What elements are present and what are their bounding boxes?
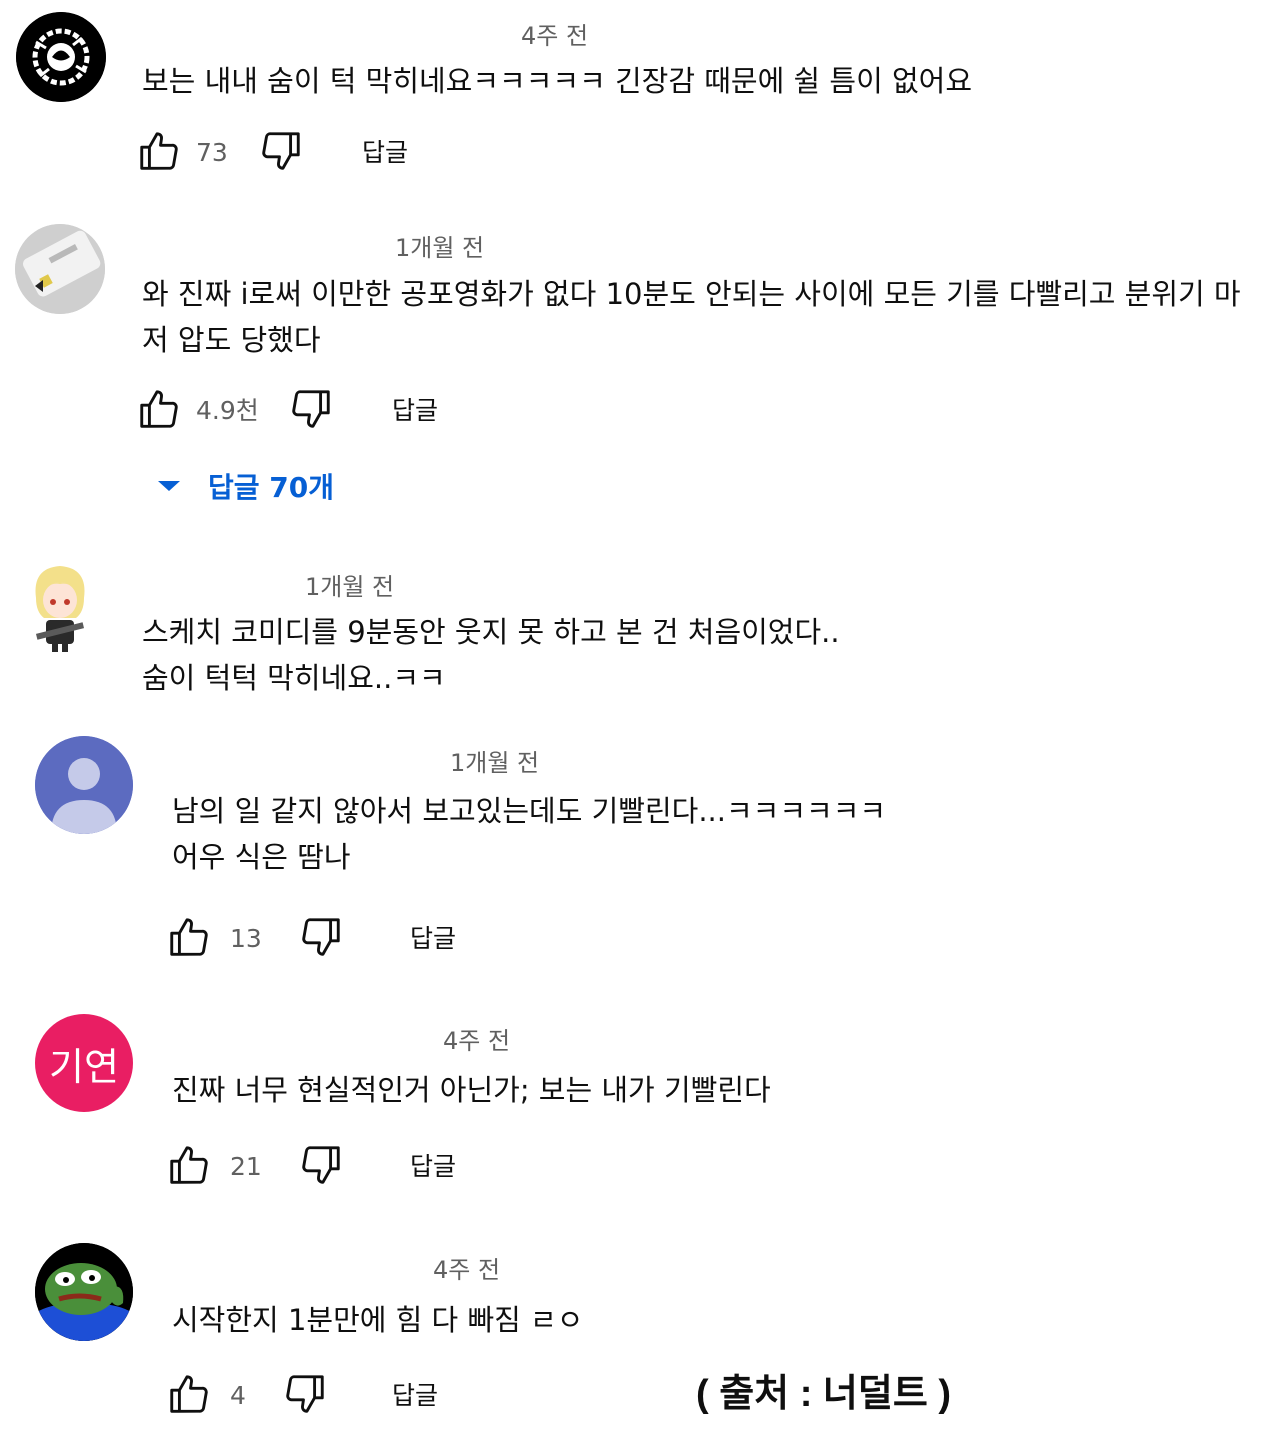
comment-text: 진짜 너무 현실적인거 아닌가; 보는 내가 기빨린다: [172, 1073, 771, 1107]
dislike-icon[interactable]: [298, 1142, 344, 1192]
like-count: 21: [230, 1152, 262, 1181]
replies-toggle-button[interactable]: 답글 70개: [156, 466, 334, 506]
like-count: 4.9천: [196, 396, 259, 425]
dislike-icon[interactable]: [288, 386, 334, 436]
comment-time: 1개월 전: [450, 749, 540, 777]
dislike-icon[interactable]: [282, 1371, 328, 1421]
comment-actions: 13 답글: [166, 914, 586, 964]
comment-time: 4주 전: [443, 1027, 511, 1055]
avatar[interactable]: [15, 224, 105, 314]
like-icon[interactable]: [166, 1371, 212, 1421]
comment-text: 와 진짜 i로써 이만한 공포영화가 없다 10분도 안되는 사이에 모든 기를…: [142, 277, 1241, 357]
comment-actions: 4 답글: [166, 1371, 586, 1421]
reply-button[interactable]: 답글: [410, 914, 456, 964]
avatar-initials: 기연: [49, 1044, 119, 1089]
avatar-logo-image: [16, 12, 106, 102]
comment-actions: 73 답글: [136, 128, 536, 178]
reply-button[interactable]: 답글: [410, 1142, 456, 1192]
comment-time: 4주 전: [521, 22, 589, 50]
reply-button[interactable]: 답글: [392, 1371, 438, 1421]
like-count: 73: [196, 138, 228, 167]
avatar-character-image: [35, 566, 85, 652]
avatar[interactable]: 기연: [35, 1014, 133, 1112]
dislike-icon[interactable]: [258, 128, 304, 178]
avatar[interactable]: [35, 1243, 133, 1341]
like-icon[interactable]: [166, 1142, 212, 1192]
default-user-icon: [35, 736, 133, 834]
replies-toggle-label: 답글 70개: [208, 471, 334, 504]
reply-button[interactable]: 답글: [362, 128, 408, 178]
reply-button[interactable]: 답글: [392, 386, 438, 436]
avatar[interactable]: [22, 562, 98, 652]
like-count: 4: [230, 1381, 246, 1410]
like-count: 13: [230, 924, 262, 953]
comment-text: 시작한지 1분만에 힘 다 빠짐 ㄹㅇ: [172, 1303, 584, 1337]
like-icon[interactable]: [136, 386, 182, 436]
comment-text: 보는 내내 숨이 턱 막히네요ㅋㅋㅋㅋㅋ 긴장감 때문에 쉴 틈이 없어요: [142, 64, 973, 98]
comment-time: 1개월 전: [395, 234, 485, 262]
comment-time: 4주 전: [433, 1256, 501, 1284]
expand-arrow-icon: [158, 481, 180, 491]
avatar[interactable]: [16, 12, 106, 102]
dislike-icon[interactable]: [298, 914, 344, 964]
avatar[interactable]: [35, 736, 133, 834]
comment-text: 스케치 코미디를 9분동안 웃지 못 하고 본 건 처음이었다.. 숨이 턱턱 …: [142, 615, 840, 695]
comment-actions: 4.9천 답글: [136, 386, 556, 436]
source-caption: ( 출처 : 너덜트 ): [696, 1373, 951, 1415]
comment-text: 남의 일 같지 않아서 보고있는데도 기빨린다...ㅋㅋㅋㅋㅋㅋ 어우 식은 땀…: [172, 794, 887, 874]
like-icon[interactable]: [166, 914, 212, 964]
like-icon[interactable]: [136, 128, 182, 178]
avatar-frog-image: [35, 1243, 133, 1341]
avatar-photo-image: [15, 224, 105, 314]
comment-actions: 21 답글: [166, 1142, 586, 1192]
comment-time: 1개월 전: [305, 573, 395, 601]
